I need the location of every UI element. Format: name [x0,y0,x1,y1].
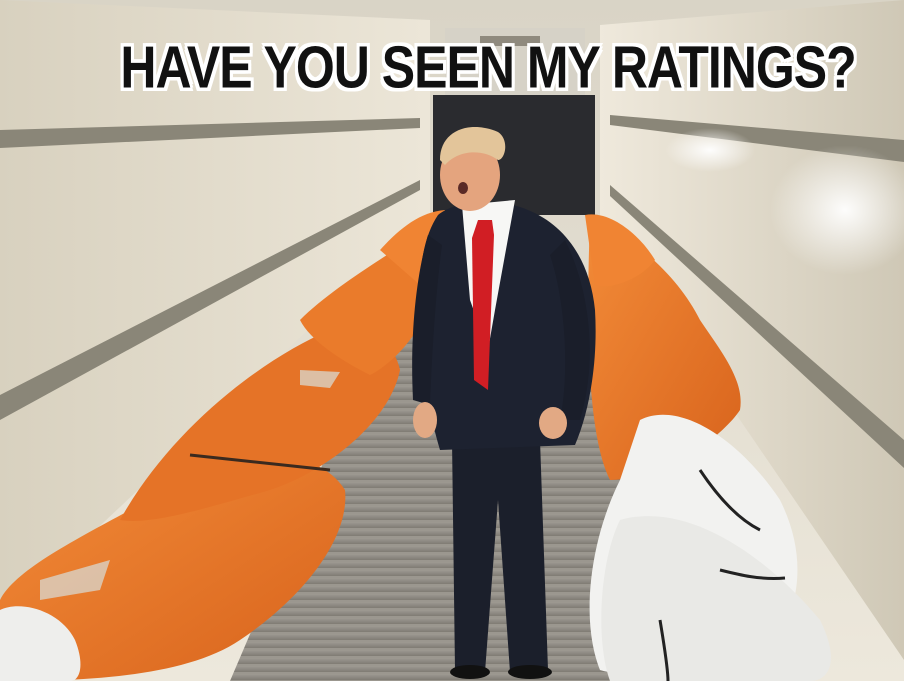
meme-image: HAVE YOU SEEN MY RATINGS? [0,0,904,681]
photo-scene [0,0,904,681]
meme-caption: HAVE YOU SEEN MY RATINGS? [120,34,856,101]
